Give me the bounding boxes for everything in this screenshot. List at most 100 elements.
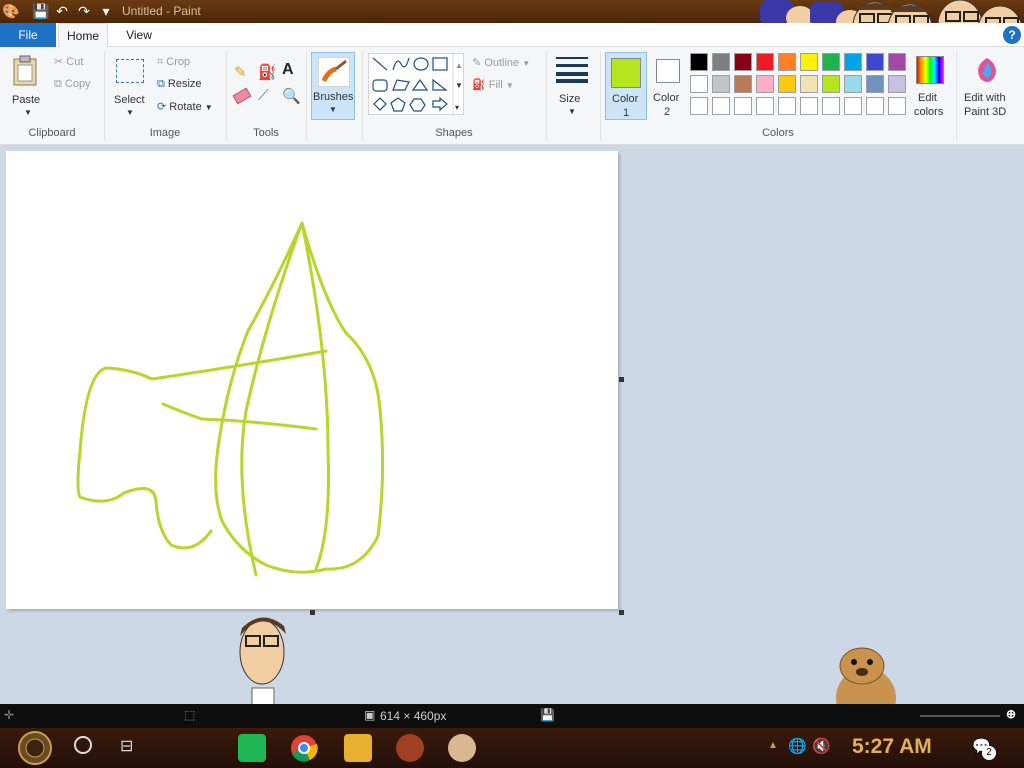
zoom-in-icon[interactable]: ⊕ (1006, 707, 1016, 721)
palette-swatch[interactable] (690, 97, 708, 115)
palette-swatch[interactable] (712, 53, 730, 71)
select-label: Select (114, 94, 145, 106)
help-icon[interactable]: ? (1003, 26, 1021, 44)
palette-swatch[interactable] (822, 75, 840, 93)
palette-swatch[interactable] (822, 53, 840, 71)
triangle-shape-icon (411, 78, 429, 91)
brushes-button[interactable]: Brushes ▼ (311, 52, 355, 120)
palette-swatch[interactable] (756, 53, 774, 71)
drawn-stroke-inner-right (300, 221, 330, 571)
tab-home[interactable]: Home (58, 23, 108, 48)
chrome-icon[interactable] (290, 734, 318, 762)
palette-swatch[interactable] (866, 53, 884, 71)
palette-swatch[interactable] (866, 97, 884, 115)
network-icon[interactable]: 🌐 (788, 737, 807, 755)
palette-swatch[interactable] (690, 53, 708, 71)
cortana-icon[interactable] (74, 736, 92, 754)
taskbar-clock[interactable]: 5:27 AM (852, 735, 932, 759)
rectangle-shape-icon (432, 57, 448, 71)
pencil-icon[interactable]: ✎ (234, 63, 247, 81)
palette-swatch[interactable] (734, 97, 752, 115)
color2-button[interactable]: Color 2 (651, 52, 687, 120)
palette-swatch[interactable] (888, 53, 906, 71)
color1-button[interactable]: Color 1 (605, 52, 647, 120)
undo-icon[interactable]: ↶ (54, 3, 70, 19)
palette-swatch[interactable] (712, 75, 730, 93)
fill-bucket-icon[interactable]: ⛽ (258, 63, 277, 81)
color-picker-icon[interactable]: ⟋ (258, 87, 269, 104)
outline-dropdown-icon: ▼ (522, 59, 531, 68)
palette-swatch[interactable] (800, 75, 818, 93)
palette-swatch[interactable] (756, 75, 774, 93)
palette-swatch[interactable] (844, 97, 862, 115)
paint3d-label-1: Edit with (964, 92, 1006, 104)
palette-swatch[interactable] (866, 75, 884, 93)
outline-button[interactable]: ✎ Outline ▼ (472, 56, 530, 69)
cut-button[interactable]: ✂ Cut (54, 55, 83, 68)
outline-icon: ✎ (472, 57, 482, 69)
palette-swatch[interactable] (712, 97, 730, 115)
drawn-stroke-crossbar (161, 402, 318, 431)
text-tool-icon[interactable]: A (282, 61, 294, 79)
game-app-icon[interactable] (396, 734, 424, 762)
edit-colors-label-2: colors (914, 106, 944, 118)
file-explorer-icon[interactable] (344, 734, 372, 762)
brush-icon (318, 57, 350, 87)
palette-swatch[interactable] (690, 75, 708, 93)
palette-swatch[interactable] (888, 97, 906, 115)
size-button[interactable]: Size ▼ (552, 53, 592, 119)
palette-swatch[interactable] (734, 75, 752, 93)
notes-app-icon[interactable] (238, 734, 266, 762)
edit-with-paint3d-button[interactable]: Edit with Paint 3D (960, 52, 1016, 122)
rotate-button[interactable]: ⟳ Rotate ▼ (157, 100, 213, 113)
palette-swatch[interactable] (888, 75, 906, 93)
paste-button[interactable]: Paste ▼ (6, 51, 46, 121)
palette-swatch[interactable] (756, 97, 774, 115)
palette-swatch[interactable] (778, 97, 796, 115)
crop-button[interactable]: ⌗ Crop (157, 56, 190, 69)
palette-swatch[interactable] (800, 53, 818, 71)
cut-label: Cut (66, 56, 84, 68)
color1-label: Color (612, 93, 639, 105)
save-icon[interactable]: 💾 (32, 3, 49, 19)
volume-muted-icon[interactable]: 🔇 (812, 737, 831, 755)
palette-swatch[interactable] (734, 53, 752, 71)
redo-icon[interactable]: ↷ (76, 3, 92, 19)
customize-quick-access-icon[interactable]: ▾ (98, 3, 114, 19)
palette-swatch[interactable] (822, 97, 840, 115)
canvas-resize-handle-right[interactable] (619, 377, 624, 382)
palette-swatch[interactable] (778, 53, 796, 71)
color2-swatch (656, 59, 680, 83)
eraser-icon[interactable] (232, 87, 252, 105)
rotate-icon: ⟳ (157, 101, 167, 113)
show-hidden-icons-icon[interactable]: ▲ (768, 740, 778, 751)
copy-button[interactable]: ⧉ Copy (54, 78, 91, 91)
drawn-stroke-outline (214, 221, 385, 574)
palette-swatch[interactable] (844, 75, 862, 93)
canvas-resize-handle-bottom[interactable] (310, 610, 315, 615)
tab-view[interactable]: View (112, 23, 166, 47)
task-view-icon[interactable]: ⊟ (120, 736, 133, 756)
select-button[interactable]: Select ▼ (112, 51, 150, 121)
tab-file[interactable]: File (0, 23, 56, 47)
palette-swatch[interactable] (778, 75, 796, 93)
magnifier-icon[interactable]: 🔍 (282, 87, 301, 105)
palette-swatch[interactable] (844, 53, 862, 71)
paint-taskbar-icon[interactable] (448, 734, 476, 762)
select-dropdown-icon: ▼ (126, 108, 134, 117)
resize-button[interactable]: ⧉ Resize (157, 78, 202, 91)
drawn-stroke-left-shape (76, 349, 328, 550)
color2-number: 2 (664, 106, 671, 118)
fill-label: Fill (488, 79, 503, 91)
edit-colors-button[interactable]: Edit colors (912, 52, 948, 122)
fill-button[interactable]: ⛽ Fill ▼ (472, 78, 514, 91)
drawing-canvas[interactable] (6, 151, 618, 609)
palette-swatch[interactable] (800, 97, 818, 115)
start-button[interactable] (12, 730, 58, 766)
shapes-gallery[interactable]: ▲ ▼ ▾ (368, 53, 464, 116)
paint-app-icon[interactable]: 🎨 (2, 3, 19, 19)
zoom-slider[interactable] (920, 715, 1000, 717)
status-bar: ✛ ⬚ ▣ 614 × 460px 💾 ⊕ (0, 704, 1024, 728)
arrow-shape-icon (432, 96, 448, 112)
canvas-resize-handle-corner[interactable] (619, 610, 624, 615)
